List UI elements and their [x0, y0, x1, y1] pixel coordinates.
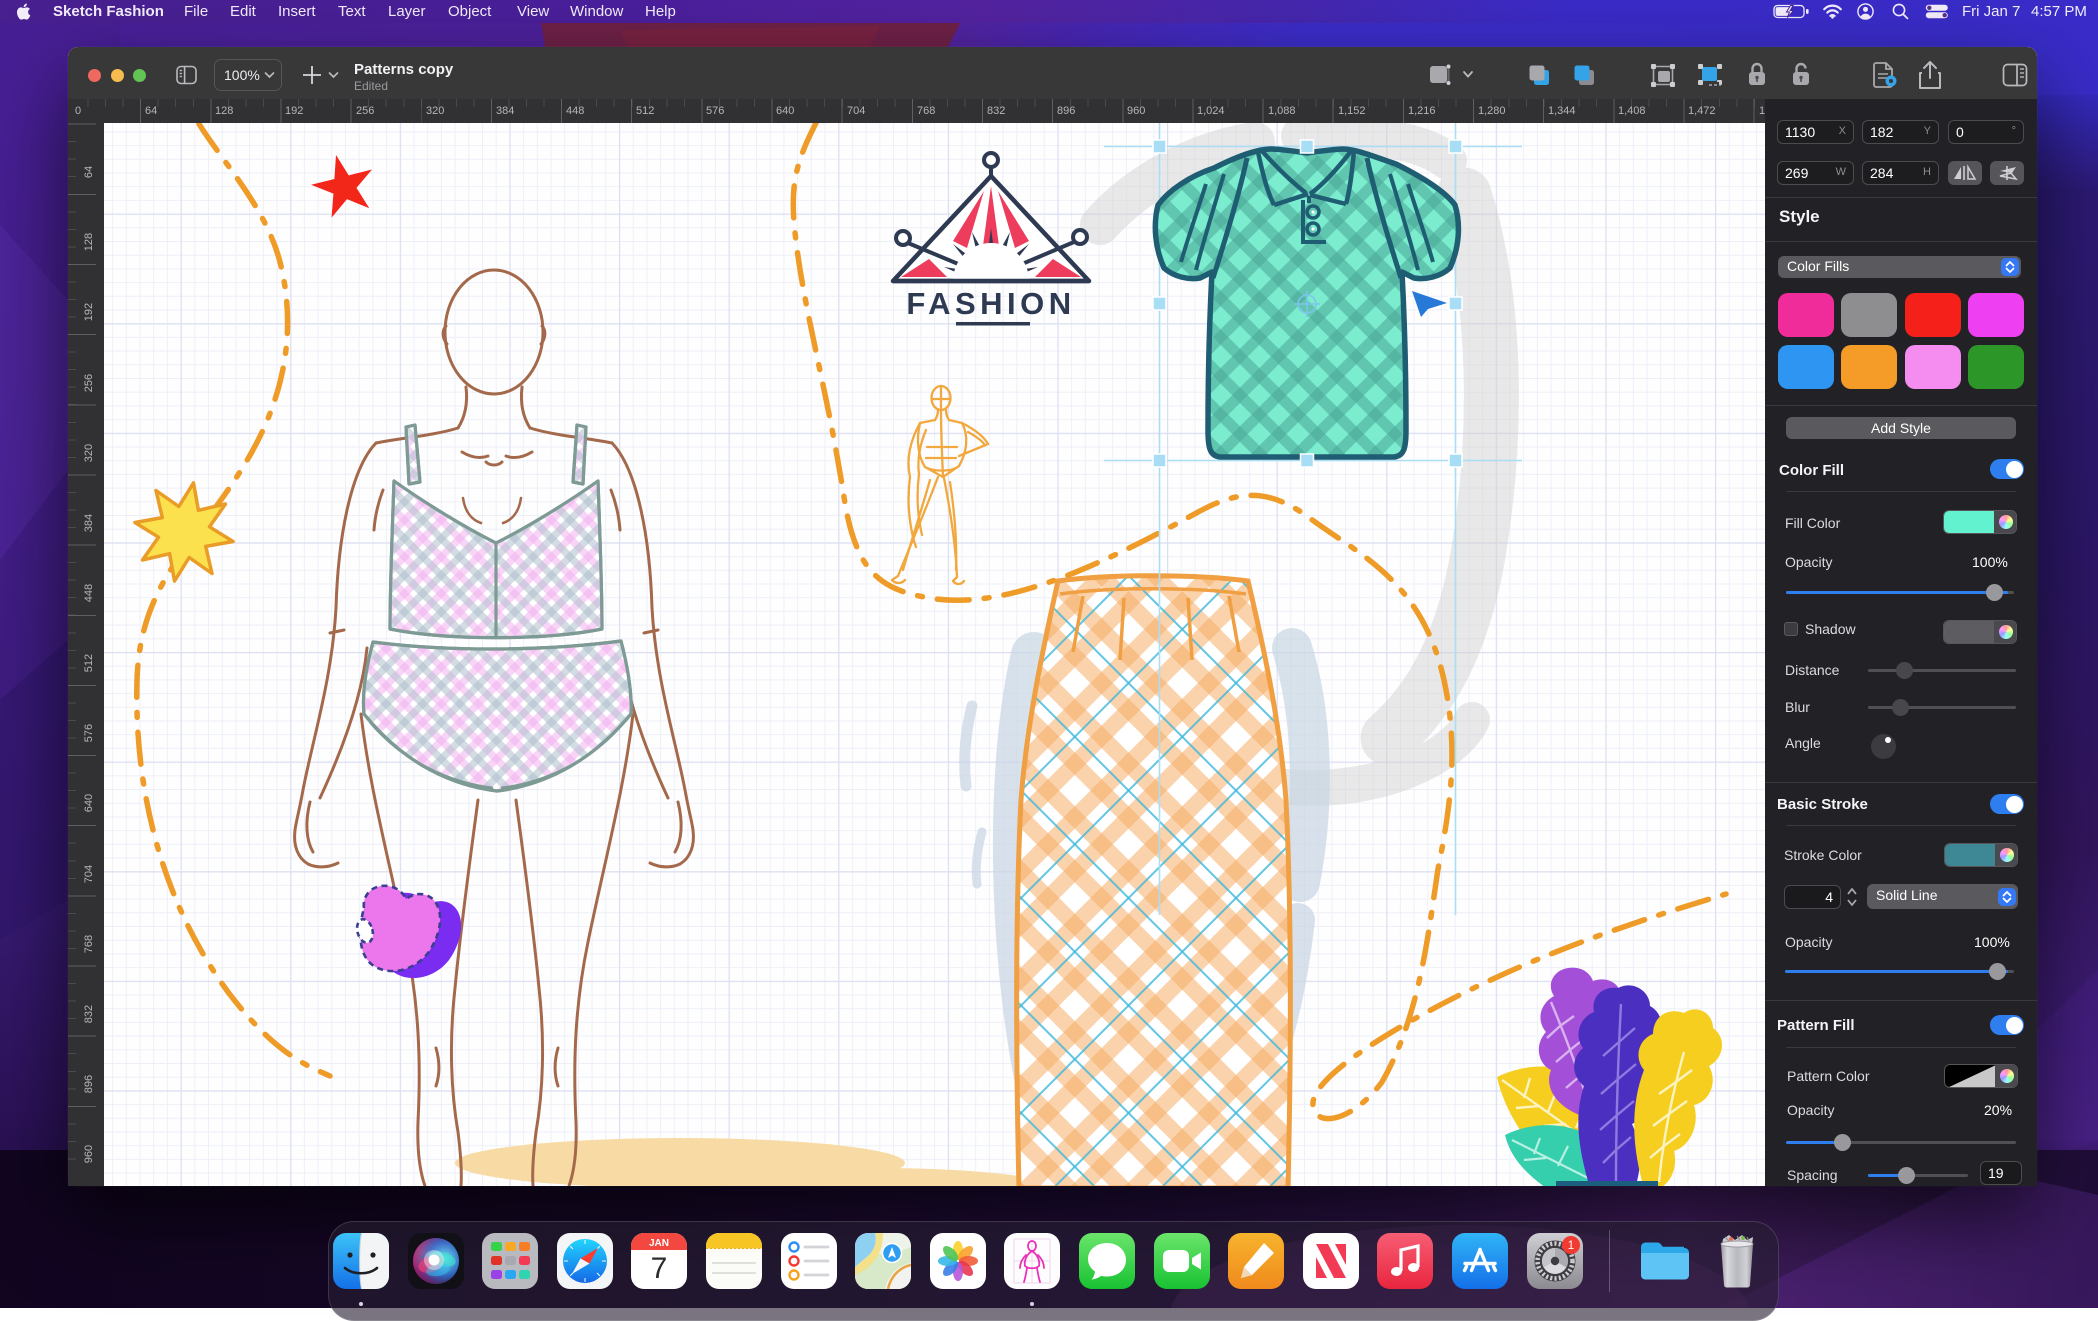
svg-text:1: 1	[1568, 1240, 1574, 1252]
svg-text:JAN: JAN	[649, 1238, 669, 1249]
svg-text:FASHION: FASHION	[906, 286, 1075, 321]
svg-text:7: 7	[651, 1252, 668, 1285]
